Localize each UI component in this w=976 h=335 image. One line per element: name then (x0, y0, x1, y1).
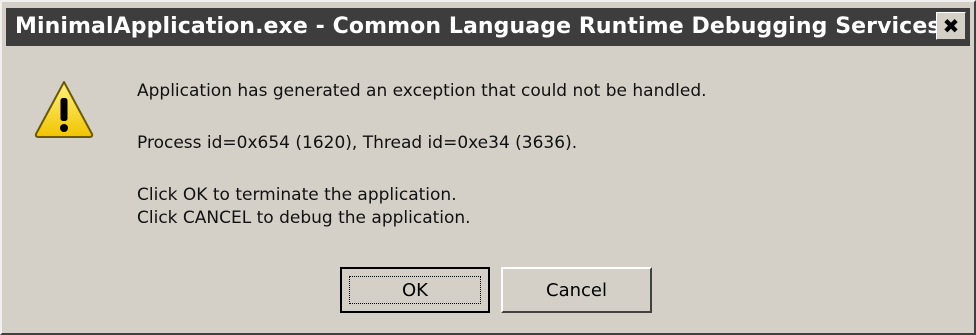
warning-icon (34, 81, 94, 138)
ok-button[interactable]: OK (340, 267, 490, 313)
window-title: MinimalApplication.exe - Common Language… (15, 14, 941, 39)
message-cancel-instruction: Click CANCEL to debug the application. (137, 208, 471, 228)
close-button[interactable]: ✖ (936, 12, 966, 40)
cancel-button[interactable]: Cancel (501, 267, 652, 313)
focus-rectangle (349, 276, 481, 304)
message-process-info: Process id=0x654 (1620), Thread id=0xe34… (137, 133, 578, 153)
close-icon: ✖ (942, 14, 960, 38)
message-ok-instruction: Click OK to terminate the application. (137, 185, 457, 205)
cancel-button-label: Cancel (546, 279, 607, 301)
message-exception: Application has generated an exception t… (137, 81, 707, 101)
error-dialog: MinimalApplication.exe - Common Language… (0, 0, 976, 335)
title-bar[interactable]: MinimalApplication.exe - Common Language… (6, 8, 970, 46)
